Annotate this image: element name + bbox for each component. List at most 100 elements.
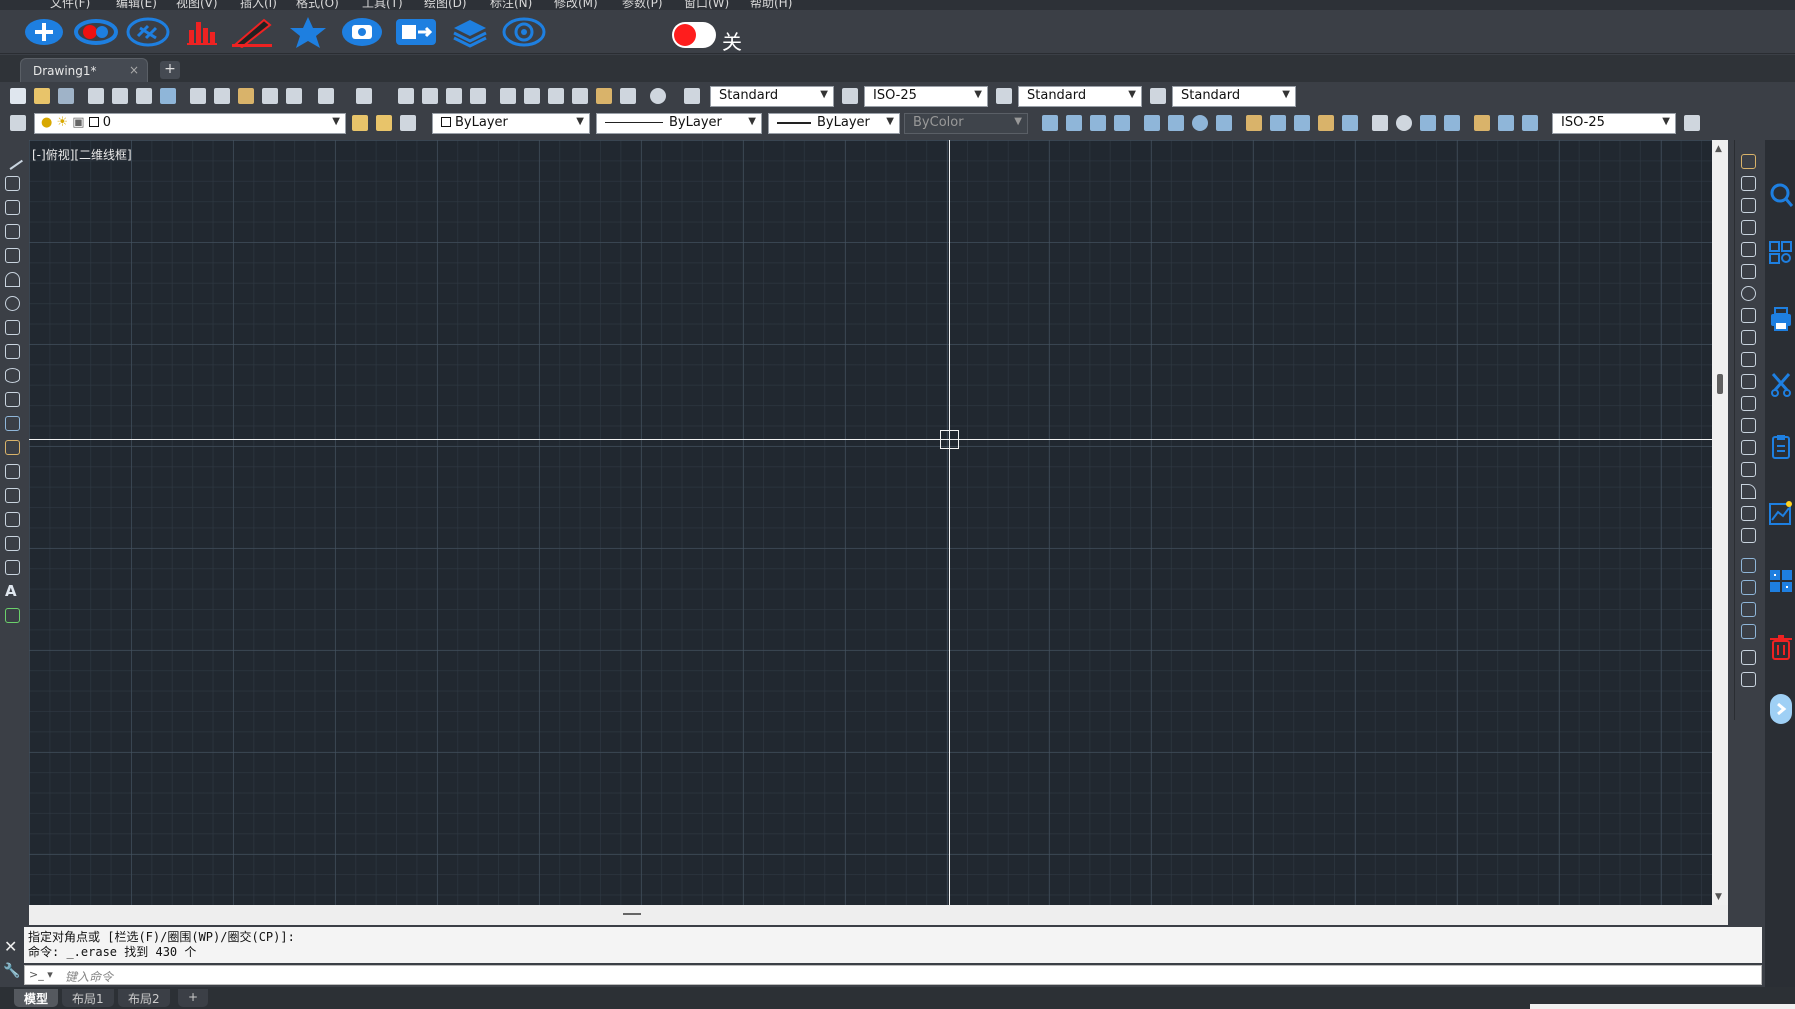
bring-above-icon[interactable] [1741, 602, 1756, 617]
dim-break-icon[interactable] [1342, 115, 1358, 131]
match-properties-icon[interactable] [262, 88, 278, 104]
ellipse-arc-icon[interactable] [5, 392, 20, 407]
dim-ordinate-icon[interactable] [1114, 115, 1130, 131]
bring-to-front-icon[interactable] [1741, 558, 1756, 573]
mleader-style-select[interactable]: Standard ▼ [1172, 86, 1296, 107]
dim-edit-icon[interactable] [1474, 115, 1490, 131]
array-icon[interactable] [1741, 242, 1756, 257]
linetype-select[interactable]: ByLayer ▼ [596, 113, 762, 134]
new-tab-button[interactable]: + [160, 61, 180, 79]
table-icon[interactable] [5, 560, 20, 575]
tool-palettes-icon[interactable] [548, 88, 564, 104]
erase-icon[interactable] [1741, 154, 1756, 169]
scroll-up-icon[interactable]: ▲ [1715, 144, 1722, 154]
scale-icon[interactable] [1741, 308, 1756, 323]
gradient-icon[interactable] [5, 512, 20, 527]
region-icon[interactable] [5, 536, 20, 551]
cut-icon[interactable] [190, 88, 206, 104]
rotate-icon[interactable] [1741, 286, 1756, 301]
dim-angular-icon[interactable] [1216, 115, 1232, 131]
clipboard-icon[interactable] [1769, 434, 1793, 460]
redo-icon[interactable] [356, 88, 372, 104]
print-icon[interactable] [88, 88, 104, 104]
dim-style-select-2[interactable]: ISO-25 ▼ [1552, 113, 1676, 134]
multiline-text-icon[interactable]: A [5, 584, 20, 599]
publish-icon[interactable] [160, 88, 176, 104]
menu-window[interactable]: 窗口(W) [684, 0, 729, 10]
splitter-grip[interactable] [623, 913, 641, 915]
command-splitter[interactable] [29, 905, 1728, 925]
zoom-realtime-icon[interactable] [422, 88, 438, 104]
explode-icon[interactable] [1741, 528, 1756, 543]
copy-icon[interactable] [214, 88, 230, 104]
inspection-icon[interactable] [1420, 115, 1436, 131]
search-icon[interactable] [1769, 182, 1793, 208]
help-icon[interactable] [650, 88, 666, 104]
text-to-front-icon[interactable] [1741, 650, 1756, 665]
copy-object-icon[interactable] [1741, 176, 1756, 191]
polygon-icon[interactable] [5, 224, 20, 239]
close-command-icon[interactable]: ✕ [4, 937, 17, 956]
eye-toggle-icon[interactable] [72, 14, 120, 50]
save-icon[interactable] [58, 88, 74, 104]
dim-text-edit-icon[interactable] [1498, 115, 1514, 131]
block-editor-icon[interactable] [286, 88, 302, 104]
revision-cloud-icon[interactable] [5, 320, 20, 335]
mirror-icon[interactable] [1741, 198, 1756, 213]
command-input[interactable]: >_ ▾ 键入命令 [24, 965, 1762, 985]
make-block-icon[interactable] [5, 440, 20, 455]
dim-space-icon[interactable] [1318, 115, 1334, 131]
print-preview-icon[interactable] [112, 88, 128, 104]
layer-select[interactable]: ● ☀ ▣ 0 ▼ [34, 113, 346, 134]
image-chart-icon[interactable] [1769, 500, 1793, 526]
pan-icon[interactable] [398, 88, 414, 104]
menu-dimension[interactable]: 标注(N) [490, 0, 532, 10]
table-style-icon[interactable] [996, 88, 1012, 104]
canvas-vertical-scrollbar[interactable]: ▲ ▼ [1712, 140, 1728, 905]
properties-icon[interactable] [500, 88, 516, 104]
zoom-extents-icon[interactable] [470, 88, 486, 104]
color-select[interactable]: ByLayer ▼ [432, 113, 590, 134]
send-under-icon[interactable] [1741, 624, 1756, 639]
add-layout-button[interactable]: + [178, 989, 209, 1007]
grid-view-icon[interactable] [1769, 240, 1793, 266]
dim-diameter-icon[interactable] [1192, 115, 1208, 131]
dim-update-icon[interactable] [1522, 115, 1538, 131]
table-style-select[interactable]: Standard ▼ [1018, 86, 1142, 107]
viewport-label[interactable]: [-]俯视][二维线框] [32, 146, 132, 163]
lineweight-select[interactable]: ByLayer ▼ [768, 113, 900, 134]
trim-icon[interactable] [1741, 352, 1756, 367]
tab-drawing1[interactable]: Drawing1* × [20, 58, 148, 82]
text-style-select[interactable]: Standard ▼ [710, 86, 834, 107]
offset-icon[interactable] [1741, 220, 1756, 235]
layer-states-icon[interactable] [400, 115, 416, 131]
arc-icon[interactable] [5, 272, 20, 287]
pen-icon[interactable] [228, 14, 276, 50]
menu-draw[interactable]: 绘图(D) [424, 0, 467, 10]
menu-parametric[interactable]: 参数(P) [622, 0, 663, 10]
design-center-icon[interactable] [524, 88, 540, 104]
break-at-point-icon[interactable] [1741, 396, 1756, 411]
tolerance-icon[interactable] [1372, 115, 1388, 131]
calculator-icon[interactable] [620, 88, 636, 104]
dim-arc-icon[interactable] [1090, 115, 1106, 131]
dim-style-select[interactable]: ISO-25 ▼ [864, 86, 988, 107]
fillet-icon[interactable] [1741, 484, 1756, 499]
snap-toggle-switch[interactable] [672, 22, 716, 48]
wrench-icon[interactable]: 🔧 [3, 963, 20, 979]
chamfer-icon[interactable] [1741, 462, 1756, 477]
jogged-linear-icon[interactable] [1444, 115, 1460, 131]
command-prompt-icon[interactable]: >_ ▾ [29, 968, 53, 981]
spline-icon[interactable] [5, 344, 20, 359]
menu-help[interactable]: 帮助(H) [750, 0, 792, 10]
open-file-icon[interactable] [34, 88, 50, 104]
insert-block-icon[interactable] [5, 416, 20, 431]
settings-gear-icon[interactable] [500, 14, 548, 50]
link-icon[interactable] [124, 14, 172, 50]
break-icon[interactable] [1741, 418, 1756, 433]
plot-icon[interactable] [136, 88, 152, 104]
scroll-down-icon[interactable]: ▼ [1715, 892, 1722, 902]
zoom-window-icon[interactable] [446, 88, 462, 104]
scissors-icon[interactable] [1769, 372, 1793, 398]
stretch-icon[interactable] [1741, 330, 1756, 345]
